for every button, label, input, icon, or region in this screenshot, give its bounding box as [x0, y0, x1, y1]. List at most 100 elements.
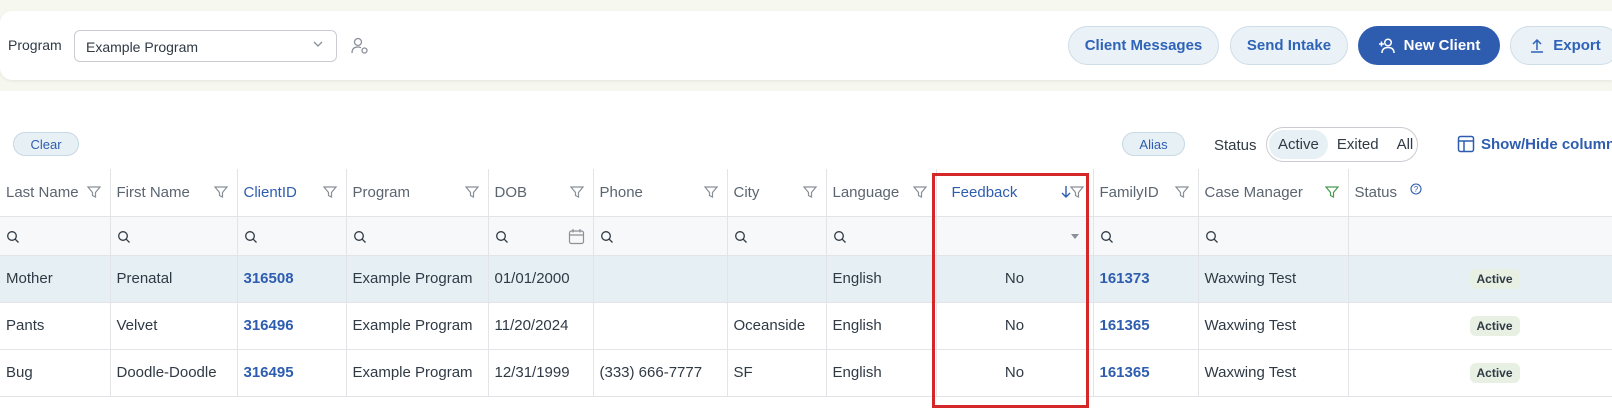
client-messages-label: Client Messages	[1084, 37, 1203, 54]
column-label: Case Manager	[1204, 184, 1303, 201]
filter-icon[interactable]	[1324, 185, 1339, 199]
client-messages-button[interactable]: Client Messages	[1068, 26, 1219, 65]
cell-family-id-link[interactable]: 161365	[1093, 349, 1199, 397]
cell-dob: 11/20/2024	[488, 302, 594, 350]
filter-icon[interactable]	[86, 185, 101, 199]
column-label: Status	[1354, 184, 1398, 201]
cell-family-id-link[interactable]: 161373	[1093, 255, 1199, 303]
column-header-language[interactable]: Language	[826, 169, 937, 217]
search-program[interactable]	[346, 216, 489, 256]
status-option-active[interactable]: Active	[1269, 130, 1328, 159]
search-case-manager[interactable]	[1198, 216, 1349, 256]
search-family-id[interactable]	[1093, 216, 1199, 256]
columns-icon	[1457, 135, 1475, 153]
search-last-name[interactable]	[0, 216, 111, 256]
status-segmented-control: Active Exited All	[1266, 127, 1418, 162]
program-label: Program	[8, 37, 62, 53]
search-dob[interactable]	[488, 216, 594, 256]
alias-label: Alias	[1139, 136, 1168, 152]
new-client-button[interactable]: New Client	[1358, 26, 1500, 65]
status-option-all[interactable]: All	[1388, 130, 1423, 159]
column-header-client-id[interactable]: ClientID	[237, 169, 347, 217]
cell-phone	[593, 302, 728, 350]
info-icon[interactable]: ?	[1409, 183, 1422, 195]
cell-case-manager: Waxwing Test	[1198, 349, 1349, 397]
column-header-phone[interactable]: Phone	[593, 169, 728, 217]
cell-program: Example Program	[346, 349, 489, 397]
alias-toggle[interactable]: Alias	[1122, 132, 1185, 156]
cell-family-id-link[interactable]: 161365	[1093, 302, 1199, 350]
svg-text:?: ?	[1413, 185, 1418, 194]
filter-icon[interactable]	[1174, 185, 1189, 199]
filter-icon[interactable]	[703, 185, 718, 199]
cell-first-name: Doodle-Doodle	[110, 349, 238, 397]
calendar-icon[interactable]	[568, 228, 585, 245]
filter-icon[interactable]	[322, 185, 337, 199]
cell-status: Active	[1348, 302, 1612, 350]
cell-phone: (333) 666-7777	[593, 349, 728, 397]
column-header-last-name[interactable]: Last Name	[0, 169, 111, 217]
filter-feedback-select[interactable]	[936, 216, 1094, 256]
cell-client-id-link[interactable]: 316495	[237, 349, 347, 397]
table-row[interactable]: Mother Prenatal 316508 Example Program 0…	[0, 255, 1612, 303]
search-client-id[interactable]	[237, 216, 347, 256]
filter-icon[interactable]	[1069, 185, 1084, 199]
table-row[interactable]: Bug Doodle-Doodle 316495 Example Program…	[0, 349, 1612, 397]
send-intake-button[interactable]: Send Intake	[1230, 26, 1348, 65]
cell-last-name: Bug	[0, 349, 111, 397]
search-icon	[353, 230, 366, 243]
search-first-name[interactable]	[110, 216, 238, 256]
export-button[interactable]: Export	[1510, 26, 1612, 65]
column-label: Feedback	[951, 184, 1018, 201]
cell-client-id-link[interactable]: 316508	[237, 255, 347, 303]
chevron-down-icon	[313, 41, 323, 47]
cell-program: Example Program	[346, 255, 489, 303]
program-select[interactable]: Example Program	[74, 30, 337, 62]
status-badge: Active	[1469, 268, 1520, 289]
search-icon	[1205, 230, 1218, 243]
cell-client-id-link[interactable]: 316496	[237, 302, 347, 350]
table-row[interactable]: Pants Velvet 316496 Example Program 11/2…	[0, 302, 1612, 350]
filter-icon[interactable]	[802, 185, 817, 199]
user-settings-icon[interactable]	[351, 37, 369, 55]
show-hide-columns-button[interactable]: Show/Hide columns	[1457, 135, 1612, 153]
add-user-icon	[1378, 37, 1395, 53]
search-phone[interactable]	[593, 216, 728, 256]
column-label: First Name	[116, 184, 190, 201]
cell-status: Active	[1348, 255, 1612, 303]
search-row	[0, 216, 1612, 256]
clear-label: Clear	[30, 136, 62, 152]
program-select-value: Example Program	[86, 39, 199, 55]
filter-icon[interactable]	[912, 185, 927, 199]
search-icon	[1100, 230, 1113, 243]
column-header-status[interactable]: Status ?	[1348, 169, 1612, 217]
cell-feedback: No	[936, 255, 1094, 303]
search-icon	[7, 230, 19, 243]
column-header-program[interactable]: Program	[346, 169, 489, 217]
status-option-exited[interactable]: Exited	[1328, 130, 1388, 159]
cell-dob: 12/31/1999	[488, 349, 594, 397]
cell-dob: 01/01/2000	[488, 255, 594, 303]
filter-icon[interactable]	[464, 185, 479, 199]
column-label: Last Name	[6, 184, 79, 201]
status-badge: Active	[1469, 315, 1520, 336]
column-header-family-id[interactable]: FamilyID	[1093, 169, 1199, 217]
search-language[interactable]	[826, 216, 937, 256]
column-label: FamilyID	[1099, 184, 1159, 201]
filter-icon[interactable]	[213, 185, 228, 199]
header-row: Last Name First Name ClientID Program DO…	[0, 169, 1612, 217]
column-header-feedback[interactable]: Feedback	[936, 169, 1094, 217]
column-header-dob[interactable]: DOB	[488, 169, 594, 217]
clear-filters-button[interactable]: Clear	[13, 132, 79, 156]
column-header-city[interactable]: City	[727, 169, 827, 217]
column-header-first-name[interactable]: First Name	[110, 169, 238, 217]
search-icon	[734, 230, 747, 243]
column-header-case-manager[interactable]: Case Manager	[1198, 169, 1349, 217]
column-label: City	[733, 184, 760, 201]
status-filter-label: Status	[1214, 137, 1257, 154]
column-label: Language	[832, 184, 900, 201]
column-label: Program	[352, 184, 411, 201]
cell-last-name: Mother	[0, 255, 111, 303]
search-city[interactable]	[727, 216, 827, 256]
filter-icon[interactable]	[569, 185, 584, 199]
